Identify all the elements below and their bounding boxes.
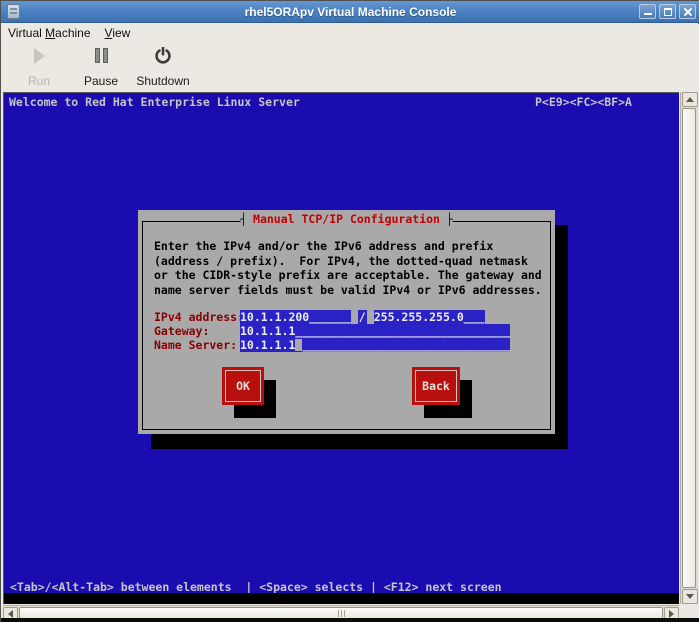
gateway-row: Gateway:10.1.1.1________________________… [154, 324, 510, 338]
menubar: Virtual Machine View [1, 24, 699, 42]
tcpip-config-dialog: ┤Manual TCP/IP Configuration├ Enter the … [138, 210, 555, 434]
menu-label: Virtual [8, 26, 45, 40]
run-button[interactable]: Run [15, 46, 63, 88]
window-bottom-edge [1, 618, 699, 622]
dialog-body-line: Enter the IPv4 and/or the IPv6 address a… [154, 239, 493, 254]
field-fill: ______________________________ [302, 338, 510, 352]
help-bar-text: <Tab>/<Alt-Tab> between elements | <Spac… [10, 580, 502, 594]
text-cursor [295, 339, 302, 351]
netmask-input[interactable]: 255.255.255.0___ [374, 310, 485, 324]
nameserver-label: Name Server: [154, 338, 240, 352]
field-fill: _______________________________ [295, 324, 510, 338]
screen-top-right-text: P<E9><FC><BF>A [535, 95, 632, 109]
toolbar: Run Pause Shutdown [1, 42, 699, 91]
console-area: Welcome to Red Hat Enterprise Linux Serv… [1, 91, 699, 622]
nameserver-value: 10.1.1.1 [240, 338, 295, 352]
ok-button[interactable]: OK [222, 367, 264, 405]
ipv4-address-value: 10.1.1.200 [240, 310, 309, 324]
window-icon [7, 4, 20, 19]
arrow-down-icon [686, 594, 694, 599]
back-button-label: Back [422, 379, 450, 393]
screen-bottom-blank [4, 593, 679, 604]
nameserver-input[interactable]: 10.1.1.1 ______________________________ [240, 338, 510, 352]
arrow-left-icon [8, 610, 13, 618]
menu-label: M [45, 26, 55, 40]
shutdown-label: Shutdown [136, 74, 189, 88]
vertical-scrollbar[interactable] [680, 92, 698, 604]
gateway-label: Gateway: [154, 324, 240, 338]
dialog-body-line: or the CIDR-style prefix are acceptable.… [154, 268, 542, 283]
title-tick-right: ├ [446, 212, 453, 226]
pause-label: Pause [84, 74, 118, 88]
welcome-text: Welcome to Red Hat Enterprise Linux Serv… [9, 95, 300, 109]
pause-button[interactable]: Pause [75, 46, 127, 88]
netmask-value: 255.255.255.0 [374, 310, 464, 324]
shutdown-icon [154, 47, 172, 64]
title-tick-left: ┤ [240, 212, 247, 226]
run-icon [34, 48, 45, 64]
titlebar[interactable]: rhel5ORApv Virtual Machine Console [1, 1, 699, 23]
menu-label: iew [112, 26, 130, 40]
maximize-button[interactable] [659, 4, 676, 19]
window-title: rhel5ORApv Virtual Machine Console [1, 5, 699, 19]
dialog-body-line: (address / prefix). For IPv4, the dotted… [154, 254, 528, 269]
field-fill: ______ [309, 310, 351, 324]
ipv4-row: IPv4 address:10.1.1.200______ / 255.255.25… [154, 310, 485, 324]
minimize-icon [644, 13, 652, 15]
dialog-title: ┤Manual TCP/IP Configuration├ [240, 212, 453, 226]
arrow-right-icon [669, 610, 674, 618]
maximize-icon [664, 8, 672, 16]
arrow-up-icon [686, 97, 694, 102]
nameserver-row: Name Server:10.1.1.1 ____________________… [154, 338, 510, 352]
menu-virtual-machine[interactable]: Virtual Machine [1, 25, 98, 41]
gateway-input[interactable]: 10.1.1.1_______________________________ [240, 324, 510, 338]
ipv4-address-input[interactable]: 10.1.1.200______ [240, 310, 351, 324]
dialog-body-line: name server fields must be valid IPv4 or… [154, 283, 542, 298]
vertical-scroll-thumb[interactable] [682, 108, 696, 588]
prefix-separator: / [358, 310, 367, 324]
dialog-title-text: Manual TCP/IP Configuration [247, 212, 446, 226]
minimize-button[interactable] [639, 4, 656, 19]
menu-label: achine [55, 26, 90, 40]
field-fill: ___ [464, 310, 485, 324]
vm-console-window: rhel5ORApv Virtual Machine Console Virtu… [0, 0, 699, 621]
ok-button-label: OK [236, 379, 250, 393]
ipv4-address-label: IPv4 address: [154, 310, 240, 324]
shutdown-button[interactable]: Shutdown [129, 46, 197, 88]
scroll-up-button[interactable] [682, 92, 698, 107]
menu-view[interactable]: View [98, 25, 138, 41]
gateway-value: 10.1.1.1 [240, 324, 295, 338]
pause-icon [95, 48, 108, 63]
vm-screen[interactable]: Welcome to Red Hat Enterprise Linux Serv… [3, 92, 679, 604]
close-button[interactable] [679, 4, 696, 19]
run-label: Run [28, 74, 50, 88]
window-controls [639, 4, 696, 19]
back-button[interactable]: Back [412, 367, 460, 405]
scroll-down-button[interactable] [682, 589, 698, 604]
